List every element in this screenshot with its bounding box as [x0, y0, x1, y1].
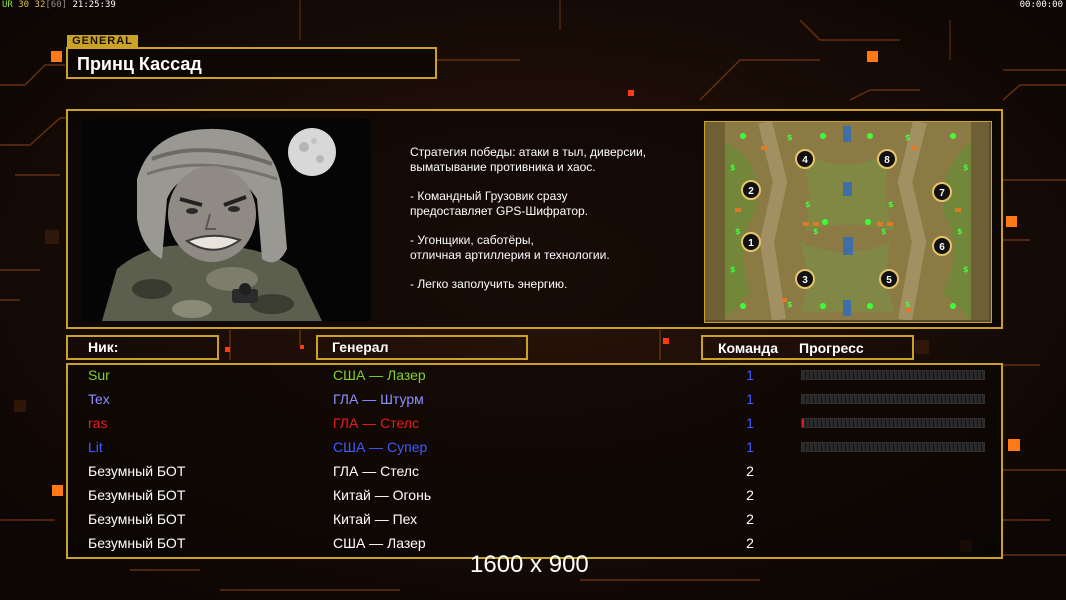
player-row[interactable]: Tex ГЛА — Штурм 1 [68, 389, 1001, 413]
players-list: Sur США — Лазер 1 Tex ГЛА — Штурм 1 ras ГЛА — С… [66, 363, 1003, 559]
start-position-marker: 7 [932, 182, 952, 202]
player-nick: Sur [88, 367, 110, 383]
svg-text:$: $ [787, 300, 793, 309]
player-nick: Безумный БОТ [88, 487, 186, 503]
description-line: Стратегия победы: атаки в тыл, диверсии,… [410, 145, 647, 174]
player-team: 1 [746, 391, 754, 407]
description-line: - Легко заполучить энергию. [410, 277, 568, 291]
hud-fps-b: 32 [34, 0, 46, 10]
column-header-general: Генерал [316, 335, 528, 360]
hud-fps-label: UR [2, 0, 13, 10]
start-position-marker: 4 [795, 149, 815, 169]
svg-text:$: $ [905, 300, 911, 309]
start-position-label: 5 [886, 275, 892, 286]
hud-clock-left: 21:25:39 [72, 0, 116, 10]
resolution-label: 1600 x 900 [470, 551, 589, 578]
start-position-marker: 6 [932, 236, 952, 256]
player-general: США — Лазер [333, 367, 426, 383]
player-team: 2 [746, 511, 754, 527]
general-description: Стратегия победы: атаки в тыл, диверсии,… [410, 145, 700, 306]
start-position-label: 4 [802, 155, 808, 166]
start-position-label: 7 [939, 188, 945, 199]
svg-text:$: $ [730, 265, 736, 274]
player-row[interactable]: Безумный БОТ ГЛА — Стелс 2 [68, 461, 1001, 485]
player-nick: Lit [88, 439, 103, 455]
column-header-team: Команда [718, 340, 778, 356]
map-preview[interactable]: 1 2 3 4 5 6 7 8 $ $ $ $ $ $ $ $ $ $ $ $ $ $ [704, 120, 992, 323]
column-header-team-progress: Команда Прогресс [701, 335, 914, 360]
player-progress-bar [801, 394, 985, 404]
hud-clock-right: 00:00:00 [1019, 0, 1063, 10]
player-general: ГЛА — Штурм [333, 391, 424, 407]
general-info-panel: Стратегия победы: атаки в тыл, диверсии,… [66, 109, 1003, 329]
player-team: 2 [746, 487, 754, 503]
general-portrait [82, 119, 371, 321]
svg-text:$: $ [735, 227, 741, 236]
player-general: Китай — Пех [333, 511, 418, 527]
start-position-marker: 1 [741, 232, 761, 252]
start-position-label: 2 [748, 186, 754, 197]
svg-text:$: $ [963, 265, 969, 274]
hud-fps-c: [60] [45, 0, 68, 10]
svg-text:$: $ [888, 200, 894, 209]
player-general: ГЛА — Стелс [333, 463, 419, 479]
player-nick: Безумный БОТ [88, 463, 186, 479]
player-general: США — Супер [333, 439, 428, 455]
player-nick: Безумный БОТ [88, 535, 186, 551]
portrait-image [82, 119, 371, 321]
column-header-progress: Прогресс [799, 340, 864, 356]
player-nick: ras [88, 415, 108, 431]
player-row[interactable]: Безумный БОТ Китай — Огонь 2 [68, 485, 1001, 509]
svg-text:$: $ [963, 163, 969, 172]
minimap-image: 1 2 3 4 5 6 7 8 $ $ $ $ $ $ $ $ $ $ $ $ $ $ [705, 120, 989, 322]
start-position-marker: 2 [741, 180, 761, 200]
svg-text:$: $ [905, 133, 911, 142]
player-team: 2 [746, 535, 754, 551]
description-line: - Угонщики, саботёры, отличная артиллери… [410, 233, 610, 262]
player-general: США — Лазер [333, 535, 426, 551]
player-row[interactable]: Безумный БОТ Китай — Пех 2 [68, 509, 1001, 533]
player-progress-fill [802, 419, 804, 427]
player-team: 1 [746, 367, 754, 383]
start-position-label: 6 [939, 242, 945, 253]
player-team: 1 [746, 415, 754, 431]
hud-fps-readout: UR 30 32[60] 21:25:39 [2, 0, 116, 10]
player-row[interactable]: ras ГЛА — Стелс 1 [68, 413, 1001, 437]
svg-text:$: $ [881, 227, 887, 236]
start-position-marker: 5 [879, 269, 899, 289]
player-progress-bar [801, 370, 985, 380]
start-position-marker: 3 [795, 269, 815, 289]
svg-text:$: $ [730, 163, 736, 172]
start-position-label: 3 [802, 275, 808, 286]
player-progress-bar [801, 442, 985, 452]
svg-text:$: $ [957, 227, 963, 236]
player-team: 1 [746, 439, 754, 455]
player-general: Китай — Огонь [333, 487, 432, 503]
general-name-box: Принц Кассад [66, 47, 437, 79]
start-position-label: 1 [748, 238, 754, 249]
player-nick: Безумный БОТ [88, 511, 186, 527]
player-team: 2 [746, 463, 754, 479]
svg-text:$: $ [813, 227, 819, 236]
general-name: Принц Кассад [77, 54, 202, 74]
svg-text:$: $ [787, 133, 793, 142]
description-line: - Командный Грузовик сразу предоставляет… [410, 189, 589, 218]
svg-text:$: $ [805, 200, 811, 209]
player-row[interactable]: Sur США — Лазер 1 [68, 365, 1001, 389]
player-general: ГЛА — Стелс [333, 415, 419, 431]
player-nick: Tex [88, 391, 110, 407]
start-position-marker: 8 [877, 149, 897, 169]
hud-fps-a: 30 [18, 0, 30, 10]
player-progress-bar [801, 418, 985, 428]
player-row[interactable]: Lit США — Супер 1 [68, 437, 1001, 461]
column-header-nick: Ник: [66, 335, 219, 360]
start-position-label: 8 [884, 155, 890, 166]
